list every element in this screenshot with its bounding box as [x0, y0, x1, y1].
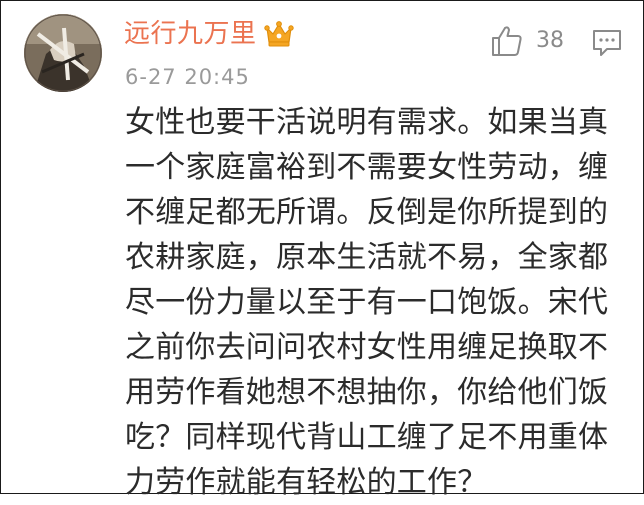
reply-button[interactable]	[592, 28, 622, 62]
avatar[interactable]	[24, 14, 102, 92]
comment-text: 女性也要干活说明有需求。如果当真一个家庭富裕到不需要女性劳动，缠不缠足都无所谓。…	[125, 105, 609, 500]
comment-timestamp: 6-27 20:45	[125, 65, 250, 89]
comment-card: 远行九万里 6-27 20:45 38 女性也要干活说明有需求。如果当真一个家庭…	[0, 0, 642, 500]
crown-icon	[263, 18, 295, 50]
like-button[interactable]: 38	[490, 24, 564, 58]
comment-icon	[592, 30, 622, 62]
username[interactable]: 远行九万里	[124, 17, 257, 51]
username-row: 远行九万里	[124, 14, 295, 54]
thumbs-up-icon	[490, 24, 524, 58]
avatar-image	[24, 14, 102, 92]
like-count: 38	[536, 28, 564, 53]
